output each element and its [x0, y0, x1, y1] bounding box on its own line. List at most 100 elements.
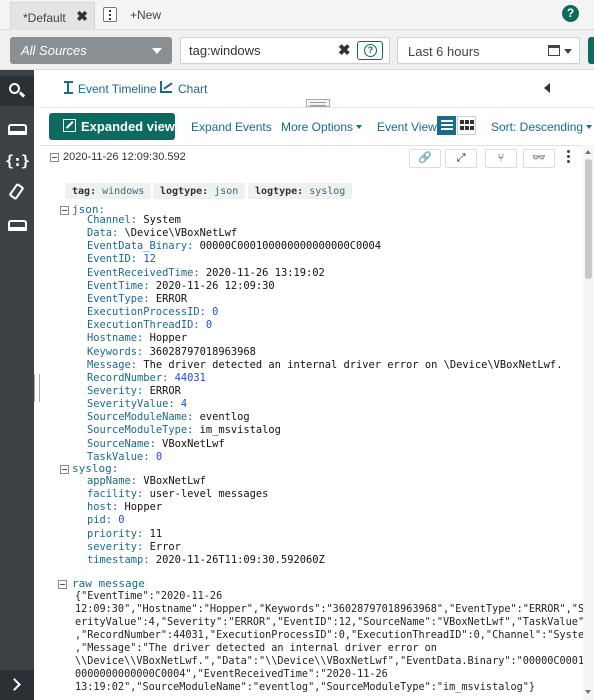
search-submit-button[interactable] [588, 37, 594, 64]
sidebar-item-tags[interactable] [0, 176, 34, 206]
tag-pill[interactable]: logtype: json [153, 183, 246, 199]
field-row: severity: Error [87, 540, 181, 553]
left-sidebar: {:} [0, 70, 34, 700]
field-value[interactable]: 2020-11-26 12:09:30 [156, 280, 275, 292]
expanded-view-button[interactable]: Expanded view [49, 113, 175, 140]
field-row: TaskValue: 0 [87, 450, 163, 463]
field-key: timestamp [87, 553, 144, 566]
field-value[interactable]: 12 [143, 253, 156, 265]
search-input[interactable] [189, 43, 339, 58]
field-value[interactable]: VBoxNetLwf [162, 438, 225, 450]
panel-splitter[interactable] [306, 99, 330, 107]
tab-menu-icon[interactable] [103, 7, 117, 22]
sidebar-expand-button[interactable] [0, 670, 34, 700]
source-selector-label: All Sources [21, 43, 87, 58]
field-row: priority: 11 [87, 527, 163, 540]
tag-pill[interactable]: tag: windows [65, 183, 152, 199]
field-key: Keywords [87, 345, 138, 358]
field-value[interactable]: 11 [150, 528, 163, 540]
help-icon[interactable]: ? [562, 5, 579, 22]
field-value[interactable]: 0 [156, 451, 162, 463]
field-value[interactable]: 2020-11-26 13:19:02 [206, 267, 325, 279]
field-value[interactable]: System [143, 214, 181, 226]
time-range-picker[interactable]: Last 6 hours [397, 37, 580, 64]
field-value[interactable]: im_msvistalog [200, 424, 281, 436]
field-row: ExecutionThreadID: 0 [87, 319, 213, 332]
collapse-syslog-icon[interactable] [60, 465, 69, 474]
collapse-event-icon[interactable] [50, 153, 59, 162]
field-value[interactable]: 44031 [175, 372, 206, 384]
chart-link[interactable]: Chart [160, 82, 207, 96]
field-row: Severity: ERROR [87, 384, 181, 397]
clear-query-icon[interactable]: ✖ [338, 41, 351, 59]
field-key: Severity [87, 384, 138, 397]
field-value[interactable]: 0 [212, 306, 218, 318]
field-value[interactable]: Hopper [125, 501, 163, 513]
field-value[interactable]: The driver detected an internal driver e… [143, 359, 562, 371]
new-tab-button[interactable]: +New [130, 8, 161, 22]
field-value[interactable]: user-level messages [150, 488, 269, 500]
event-timeline-link[interactable]: Event Timeline [64, 82, 157, 96]
field-row: EventType: ERROR [87, 292, 188, 305]
field-value[interactable]: eventlog [200, 411, 250, 423]
scroll-down-icon[interactable] [585, 690, 591, 694]
field-key: host [87, 501, 113, 514]
field-row: timestamp: 2020-11-26T11:09:30.592060Z [87, 553, 325, 566]
binoculars-icon[interactable]: 👓 [523, 149, 555, 168]
tab-default[interactable]: *Default ✖ [10, 2, 95, 30]
chevron-down-icon [356, 125, 363, 129]
query-help-button[interactable]: ? [357, 41, 383, 60]
tag-icon [8, 182, 25, 201]
calendar-icon [548, 45, 560, 56]
field-row: Hostname: Hopper [87, 332, 188, 345]
field-value[interactable]: \Device\VBoxNetLwf [125, 227, 238, 239]
field-value[interactable]: VBoxNetLwf [143, 475, 206, 487]
field-value[interactable]: 2020-11-26T11:09:30.592060Z [156, 554, 325, 566]
collapse-json-icon[interactable] [60, 206, 69, 215]
expanded-view-label: Expanded view [81, 119, 175, 134]
field-key: severity [87, 540, 138, 553]
sidebar-item-search[interactable] [0, 76, 34, 106]
drive-icon [8, 220, 27, 231]
sidebar-item-parsers[interactable]: {:} [0, 146, 34, 176]
grid-view-icon[interactable] [457, 116, 476, 135]
field-key: Data [87, 227, 113, 240]
drive-icon [8, 124, 27, 135]
field-value[interactable]: 00000C000100000000000000C0004 [200, 240, 381, 252]
collapse-panel-icon[interactable] [544, 83, 550, 93]
field-value[interactable]: 4 [181, 398, 187, 410]
field-value[interactable]: ERROR [150, 385, 181, 397]
field-value[interactable]: 0 [118, 514, 124, 526]
syslog-section-label: syslog: [72, 462, 119, 475]
json-icon: {:} [4, 152, 30, 170]
close-tab-icon[interactable]: ✖ [76, 8, 88, 25]
results-panel: 2020-11-26 12:09:30.592 🔗 ⤢ ⑂ 👓 tag: win… [40, 145, 594, 700]
more-vertical-icon[interactable] [567, 150, 571, 164]
raw-message-line: \\Device\\VBoxNetLwf.","Data":"\\Device\… [75, 656, 594, 667]
more-options-dropdown[interactable]: More Options [281, 120, 363, 134]
field-row: EventData_Binary: 00000C0001000000000000… [87, 240, 382, 253]
sidebar-item-storage[interactable] [0, 210, 34, 240]
field-value[interactable]: 0 [206, 319, 212, 331]
tag-pill[interactable]: logtype: syslog [248, 183, 353, 199]
field-key: EventData_Binary [87, 240, 188, 253]
raw-message-line: ,"Message":"The driver detected an inter… [75, 643, 437, 654]
scroll-up-icon[interactable] [585, 150, 591, 154]
field-value[interactable]: 36028797018963968 [150, 346, 256, 358]
collapse-raw-icon[interactable] [58, 580, 67, 589]
field-value[interactable]: ERROR [156, 293, 187, 305]
scroll-thumb[interactable] [585, 159, 592, 279]
field-row: SeverityValue: 4 [87, 398, 188, 411]
source-selector[interactable]: All Sources [10, 37, 172, 64]
fork-icon[interactable]: ⑂ [485, 149, 517, 168]
field-value[interactable]: Error [150, 541, 181, 553]
field-value[interactable]: Hopper [150, 332, 188, 344]
field-key: EventReceivedTime [87, 266, 194, 279]
link-icon[interactable]: 🔗 [409, 149, 441, 168]
scrollbar[interactable] [583, 145, 594, 700]
sidebar-item-sources[interactable] [0, 114, 34, 144]
sort-dropdown[interactable]: Sort: Descending [491, 120, 593, 134]
expand-arrows-icon[interactable]: ⤢ [445, 149, 477, 168]
list-view-icon[interactable] [437, 116, 456, 135]
expand-events-link[interactable]: Expand Events [191, 120, 272, 134]
